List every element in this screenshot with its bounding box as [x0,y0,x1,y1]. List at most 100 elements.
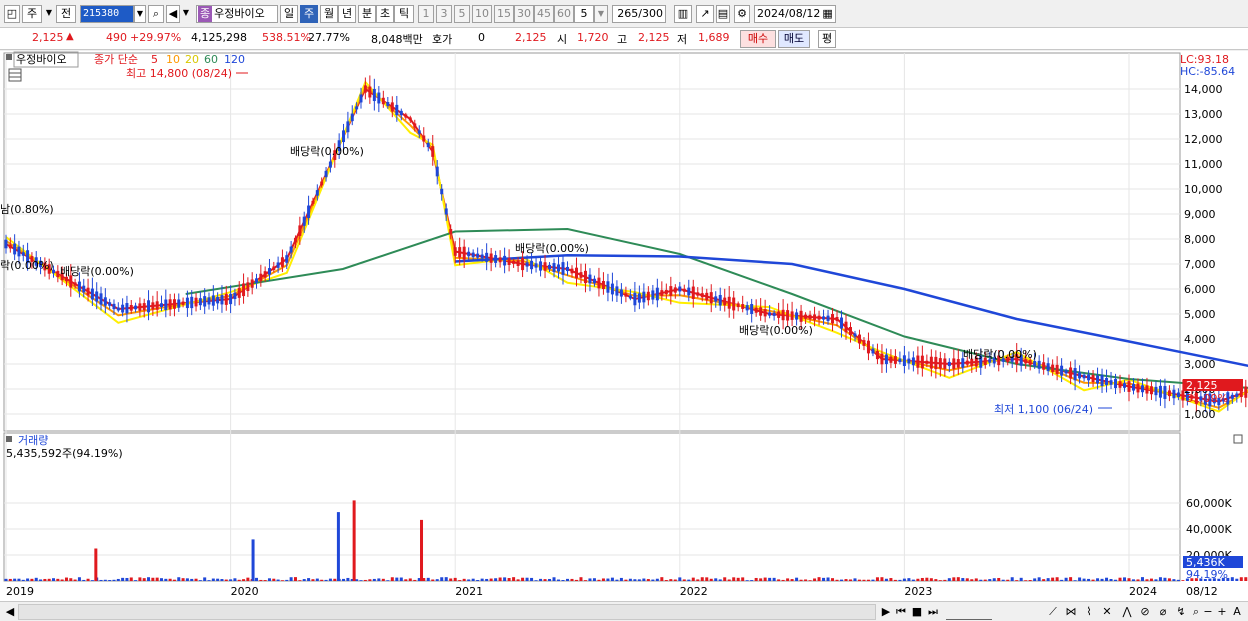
period-day-button[interactable]: 일 [280,5,298,23]
count-input[interactable]: 265/300 [612,5,666,23]
zoom-in-icon[interactable]: + [1216,604,1228,620]
zoom-out-icon[interactable]: − [1202,604,1214,620]
interval-10-button[interactable]: 10 [472,5,492,23]
date-input[interactable]: 2024/08/12 ▦ [754,5,836,23]
chart-svg[interactable]: 14,000 13,000 12,000 11,000 10,000 9,000 8,000… [0,51,1248,601]
candle-body [857,334,861,344]
draw-tool-icon-2[interactable]: ⋈ [1064,604,1078,620]
period-tick-button[interactable]: 틱 [394,5,414,23]
draw-tool-icon-4[interactable]: ✕ [1100,604,1114,620]
draw-tool-icon-1[interactable]: ⟋ [1046,604,1060,620]
horizontal-scrollbar[interactable] [18,604,876,620]
draw-tool-icon-8[interactable]: ↯ [1174,604,1188,620]
volume-bar [408,578,412,581]
mode-select[interactable]: 전 [56,5,76,23]
interval-30-button[interactable]: 30 [514,5,534,23]
draw-tool-icon-6[interactable]: ⊘ [1138,604,1152,620]
candle-body [718,294,722,306]
candle-body [198,298,202,306]
interval-45-button[interactable]: 45 [534,5,554,23]
volume-bar [804,579,808,581]
volume-bar [315,578,319,581]
window-menu-icon[interactable]: ◰ [4,5,20,23]
candle-body [601,280,605,290]
stop-icon[interactable]: ■ [910,604,924,620]
period-second-button[interactable]: 초 [376,5,394,23]
font-size-icon[interactable]: A [1230,604,1244,620]
candle-body [95,291,99,302]
candle-body [285,255,289,263]
period-year-button[interactable]: 년 [338,5,356,23]
zoom-slider[interactable] [946,604,992,620]
candle-body [417,130,421,134]
market-type-select[interactable]: 주 [22,5,42,23]
candle-body [359,94,363,103]
gear-icon[interactable]: ⚙ [734,5,750,23]
speaker-dropdown-icon[interactable]: ▼ [180,5,192,23]
volume-bar [799,579,803,581]
close-icon[interactable] [1233,434,1243,444]
period-month-button[interactable]: 월 [320,5,338,23]
volume-bar [772,577,776,581]
stock-name-badge: 종 [198,6,213,22]
scroll-right-icon[interactable]: ▶ [880,604,892,620]
candle-body [795,312,799,320]
speaker-icon[interactable]: ◀ [166,5,180,23]
interval-60-button[interactable]: 60 [554,5,574,23]
calendar-icon[interactable]: ▦ [822,7,832,20]
interval-input[interactable]: 5 [574,5,594,23]
sell-button[interactable]: 매도 [778,30,810,48]
volume-bar [121,577,125,581]
period-week-button[interactable]: 주 [300,5,318,23]
volume-bar [669,579,673,581]
buy-button[interactable]: 매수 [740,30,776,48]
fastforward-icon[interactable]: ⏭ [926,604,940,620]
scroll-left-icon[interactable]: ◀ [4,604,16,620]
save-icon[interactable]: ▤ [716,5,730,23]
top-toolbar: ◰ 주 ▼ 전 ▼ 215380 ▼ ⌕ ◀ ▼ 종우정바이오 일 주 월 년 … [0,0,1248,28]
volume-bar [103,579,107,581]
candle-body [372,88,376,102]
time-tick-label: 2020 [231,585,259,598]
volume-bar [808,580,812,581]
interval-15-button[interactable]: 15 [494,5,514,23]
candle-body [381,97,385,105]
volume-bar [929,578,933,581]
volume-bar [655,578,659,581]
chart-area[interactable]: 14,000 13,000 12,000 11,000 10,000 9,000 8,000… [0,51,1248,601]
volume-title: 거래량 [18,434,48,447]
interval-value: 5 [580,7,588,20]
period-minute-button[interactable]: 분 [358,5,376,23]
interval-dropdown-icon[interactable]: ▼ [594,5,608,23]
stock-code-dropdown-icon[interactable]: ▼ [134,5,146,23]
left-label-b: 락(0.00%) [0,259,54,272]
volume-bar [1091,579,1095,581]
market-dropdown-icon[interactable]: ▼ [44,5,54,23]
interval-3-button[interactable]: 3 [436,5,452,23]
volume-bar [898,579,902,581]
volume-bar [21,579,25,581]
table-icon[interactable] [8,68,22,82]
average-button[interactable]: 평 [818,30,836,48]
interval-1-button[interactable]: 1 [418,5,434,23]
volume-bar [664,580,668,581]
candle-body [56,270,60,278]
price-tick-label: 9,000 [1184,208,1216,221]
line-tool-icon[interactable]: ↗ [696,5,714,23]
candle-icon[interactable]: ▥ [674,5,692,23]
candle-body [267,268,271,275]
draw-tool-icon-7[interactable]: ⌀ [1156,604,1170,620]
candle-body [759,307,763,316]
search-icon[interactable]: ⌕ [148,5,164,23]
interval-5-button[interactable]: 5 [454,5,470,23]
draw-tool-icon-3[interactable]: ⌇ [1082,604,1096,620]
stock-code-input[interactable]: 215380 [80,5,134,23]
rewind-icon[interactable]: ⏮ [894,604,908,620]
zoom-icon[interactable]: ⌕ [1190,604,1202,620]
draw-tool-icon-5[interactable]: ⋀ [1120,604,1134,620]
stock-name-field[interactable]: 종 우정바이오 [196,5,278,23]
volume-bar [320,579,324,581]
candle-body [637,293,641,303]
candle-body [781,309,785,321]
candle-body [272,266,276,270]
